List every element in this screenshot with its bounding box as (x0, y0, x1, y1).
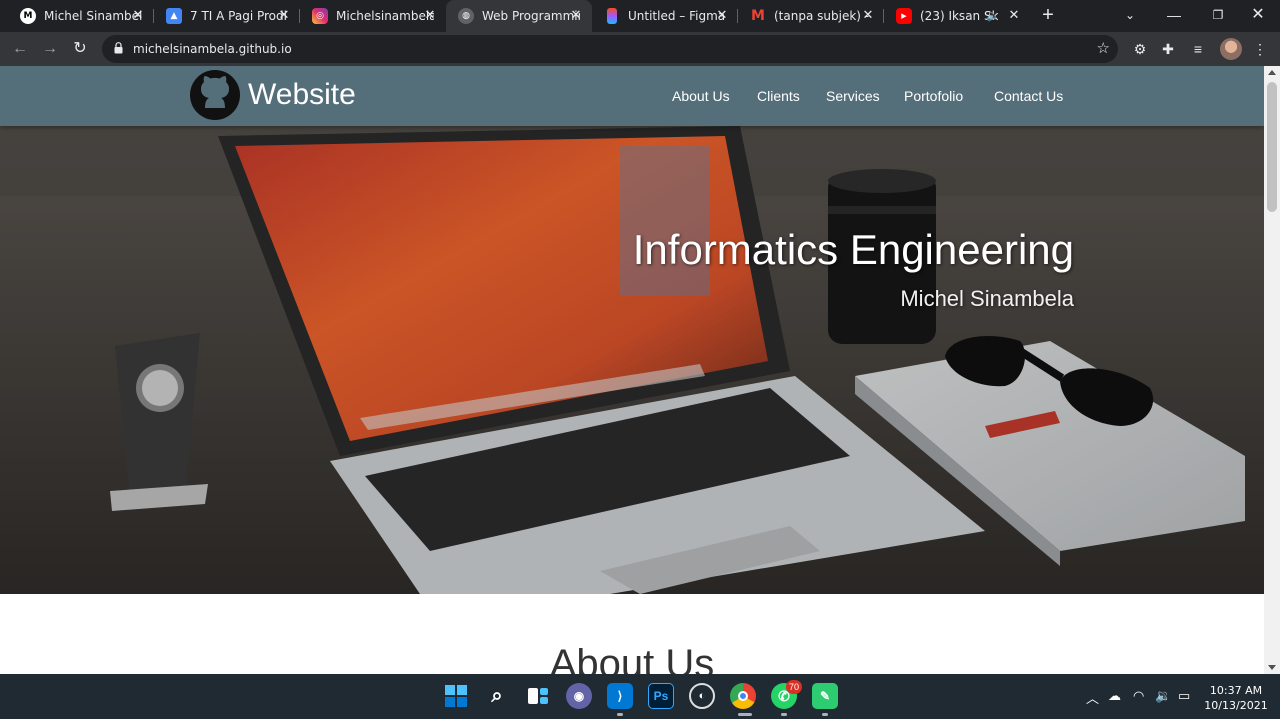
close-icon[interactable]: ✕ (130, 8, 146, 24)
tab-title: Web Programming (482, 9, 580, 23)
close-icon[interactable]: ✕ (860, 8, 876, 24)
task-view-icon[interactable] (525, 683, 551, 709)
gmail-icon: M (751, 8, 765, 24)
lock-icon (114, 42, 123, 54)
notification-badge: 70 (786, 680, 802, 694)
scroll-down-arrow-icon[interactable] (1268, 665, 1276, 670)
brand-name: Website (248, 78, 356, 111)
search-icon[interactable]: ⌕ (484, 683, 510, 709)
browser-toolbar: ← → ↻ michelsinambela.github.io ☆ ⚙ ✚ ≡ … (0, 32, 1280, 66)
browser-tab[interactable]: ▶ (23) Iksan Sk 🔈 ✕ (884, 0, 1030, 32)
minimize-button[interactable]: — (1152, 0, 1196, 32)
menu-kebab-icon[interactable]: ⋮ (1250, 39, 1270, 59)
running-indicator (617, 713, 623, 716)
close-icon[interactable]: ✕ (422, 8, 438, 24)
classroom-icon: ▲ (166, 8, 182, 24)
tab-title: Michel Sinambela (44, 9, 142, 23)
nav-link-clients[interactable]: Clients (757, 88, 800, 104)
running-indicator (822, 713, 828, 716)
medium-icon: M (20, 8, 36, 24)
browser-tab-active[interactable]: ◍ Web Programming ✕ (446, 0, 592, 32)
show-hidden-icons-chevron-icon[interactable]: ︿ (1086, 688, 1099, 707)
audio-playing-icon[interactable]: 🔈 (986, 9, 1000, 22)
scroll-up-arrow-icon[interactable] (1268, 70, 1276, 75)
back-button[interactable]: ← (8, 37, 32, 61)
chrome-icon[interactable] (730, 683, 756, 709)
hero-banner: Informatics Engineering Michel Sinambela (0, 126, 1264, 594)
browser-tab[interactable]: Untitled – Figma ✕ (592, 0, 738, 32)
page-scrollbar[interactable] (1264, 66, 1280, 674)
github-icon (190, 70, 240, 120)
globe-icon: ◍ (458, 8, 474, 24)
brand-logo[interactable]: Website (188, 68, 356, 122)
tab-title: Untitled – Figma (628, 9, 726, 23)
address-bar[interactable]: michelsinambela.github.io ☆ (102, 35, 1118, 63)
page-viewport: Website About Us Clients Services Portof… (0, 66, 1264, 674)
restore-button[interactable]: ❐ (1196, 0, 1240, 32)
nav-link-services[interactable]: Services (826, 88, 880, 104)
photoshop-icon[interactable]: Ps (648, 683, 674, 709)
scrollbar-thumb[interactable] (1267, 82, 1277, 212)
new-tab-button[interactable]: + (1036, 4, 1060, 28)
tab-title: Michelsinambela (336, 9, 434, 23)
url-text: michelsinambela.github.io (133, 42, 292, 56)
tab-title: 7 TI A Pagi Prodi (190, 9, 287, 23)
bookmark-star-icon[interactable]: ☆ (1097, 39, 1110, 57)
browser-tab[interactable]: ▲ 7 TI A Pagi Prodi ✕ (154, 0, 300, 32)
windows-taskbar: ⌕ ◉ ⟩ Ps ◐ ✆ ✎ ︿ ☁ ◠ 🔉 ▭ (0, 674, 1280, 719)
running-indicator (738, 713, 752, 716)
tab-search-icon[interactable]: ⌄ (1108, 0, 1152, 32)
edraw-icon[interactable]: ✎ (812, 683, 838, 709)
nav-link-contact-us[interactable]: Contact Us (994, 88, 1063, 104)
obs-icon[interactable]: ◐ (689, 683, 715, 709)
hero-laptop-photo (0, 126, 1264, 594)
close-icon[interactable]: ✕ (276, 8, 292, 24)
nav-link-about-us[interactable]: About Us (672, 88, 730, 104)
extensions-puzzle-icon[interactable]: ✚ (1158, 39, 1178, 59)
extension-gear-icon[interactable]: ⚙ (1130, 39, 1150, 59)
reload-button[interactable]: ↻ (68, 37, 92, 61)
close-window-button[interactable]: ✕ (1236, 0, 1280, 32)
running-indicator (781, 713, 787, 716)
system-clock[interactable]: 10:37 AM 10/13/2021 (1202, 683, 1270, 713)
browser-tab[interactable]: ◎ Michelsinambela ✕ (300, 0, 446, 32)
volume-icon[interactable]: 🔉 (1155, 688, 1171, 704)
clock-time: 10:37 AM (1209, 684, 1263, 697)
vscode-icon[interactable]: ⟩ (607, 683, 633, 709)
nav-link-portofolio[interactable]: Portofolio (904, 88, 963, 104)
close-icon[interactable]: ✕ (568, 8, 584, 24)
teams-chat-icon[interactable]: ◉ (566, 683, 592, 709)
close-icon[interactable]: ✕ (1006, 8, 1022, 24)
profile-avatar[interactable] (1220, 38, 1242, 60)
battery-icon[interactable]: ▭ (1178, 688, 1190, 704)
tab-strip: M Michel Sinambela ✕ ▲ 7 TI A Pagi Prodi… (0, 0, 1280, 32)
close-icon[interactable]: ✕ (714, 8, 730, 24)
youtube-icon: ▶ (896, 8, 912, 24)
hero-subtitle: Michel Sinambela (900, 286, 1074, 311)
forward-button[interactable]: → (38, 37, 62, 61)
onedrive-cloud-icon[interactable]: ☁ (1108, 688, 1121, 704)
site-navbar: Website About Us Clients Services Portof… (0, 66, 1264, 126)
browser-tab[interactable]: M Michel Sinambela ✕ (8, 0, 154, 32)
hero-title: Informatics Engineering (632, 226, 1074, 273)
wifi-icon[interactable]: ◠ (1133, 688, 1144, 704)
browser-tab[interactable]: M (tanpa subjek) - m ✕ (738, 0, 884, 32)
clock-date: 10/13/2021 (1204, 699, 1268, 712)
tab-title: (tanpa subjek) - m (774, 9, 872, 23)
section-heading-about-us: About Us (549, 642, 715, 674)
windows-start-icon[interactable] (443, 683, 469, 709)
figma-icon (607, 8, 617, 24)
reading-list-icon[interactable]: ≡ (1188, 39, 1208, 59)
instagram-icon: ◎ (312, 8, 328, 24)
